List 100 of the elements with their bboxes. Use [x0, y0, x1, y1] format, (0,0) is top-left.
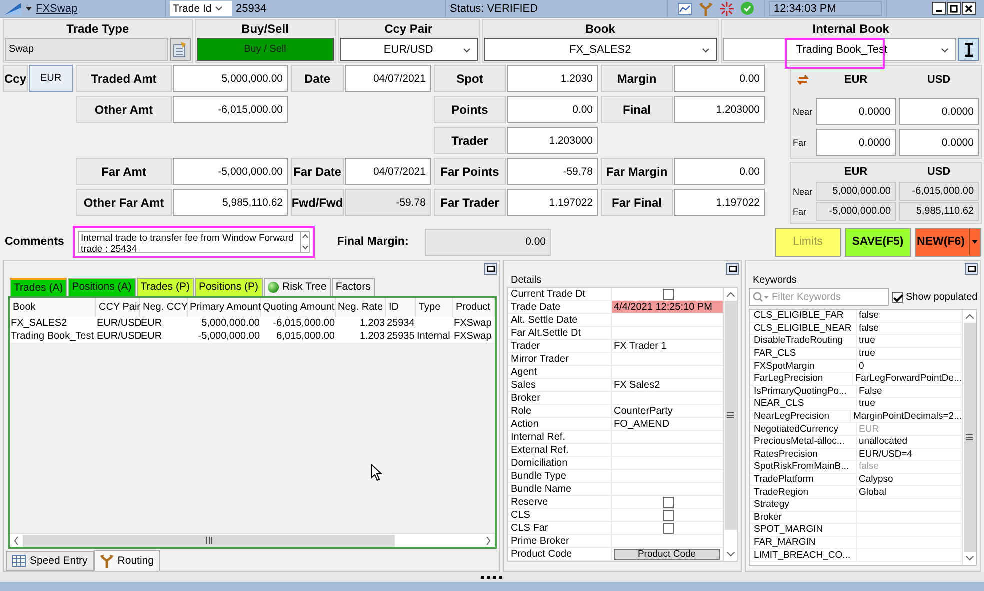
tab[interactable]: Risk Tree — [264, 278, 331, 296]
tab[interactable]: Speed Entry — [6, 551, 94, 571]
field-label: Far Date — [291, 158, 344, 185]
scrollbar[interactable] — [300, 231, 310, 253]
property-label: CLS Far — [508, 522, 612, 534]
status-ball-icon — [268, 282, 278, 293]
input-field[interactable]: 04/07/2021 — [345, 65, 431, 92]
input-field[interactable]: 0.0000 — [899, 98, 979, 125]
maximize-button[interactable] — [484, 263, 497, 275]
column-header: EUR — [843, 165, 869, 180]
checkbox[interactable] — [663, 288, 674, 300]
id-type-select[interactable]: Trade Id — [170, 1, 232, 16]
input-field[interactable]: -5,000,000.00 — [173, 158, 288, 185]
checkbox[interactable] — [663, 510, 674, 520]
keyword-value: false — [859, 310, 880, 322]
keyword-value: false — [859, 322, 880, 334]
input-field[interactable]: 0.00 — [507, 96, 598, 123]
field-label: Points — [434, 96, 506, 123]
input-field[interactable]: 5,985,110.62 — [173, 189, 288, 216]
trade-type-button[interactable] — [170, 38, 191, 61]
property-label: External Ref. — [508, 444, 612, 456]
maximize-button[interactable] — [947, 2, 961, 15]
table-cell-text: EUR — [141, 330, 164, 343]
close-button[interactable] — [962, 2, 976, 15]
input-field[interactable]: 1.197022 — [674, 189, 765, 216]
field-label: Comments — [4, 235, 66, 250]
trade-type-link[interactable]: FXSwap — [36, 2, 78, 14]
field-label: Trader — [434, 127, 506, 154]
property-label: Mirror Trader — [508, 353, 612, 365]
tab[interactable]: Factors — [332, 278, 375, 296]
table-cell-text: FX_SALES2 — [10, 316, 68, 330]
property-label: Bundle Type — [508, 470, 612, 482]
check-circle-icon[interactable] — [741, 2, 754, 15]
maximize-button[interactable] — [726, 263, 739, 275]
field-label: Spot — [434, 65, 506, 92]
currency-button[interactable]: EUR — [29, 65, 73, 92]
column-header: USD — [926, 73, 952, 88]
table-cell-text: 6,015,000.00 — [276, 330, 336, 343]
text-cursor-button[interactable] — [958, 38, 979, 61]
filter-field[interactable]: Filter Keywords — [749, 288, 889, 306]
status-text: Status: VERIFIED — [450, 2, 538, 14]
buy-sell-button[interactable]: Buy / Sell — [196, 38, 334, 61]
keyword-name: TradePlatform — [750, 474, 857, 486]
trade-type-field[interactable]: Swap — [5, 38, 168, 61]
keyword-value: unallocated — [859, 436, 908, 448]
caret-down-icon[interactable] — [968, 229, 979, 255]
action-button[interactable]: NEW(F6) — [915, 228, 981, 256]
input-field[interactable]: 1.203000 — [674, 96, 765, 123]
keyword-name: DisableTradeRouting — [750, 335, 857, 347]
checkbox[interactable] — [663, 522, 674, 534]
input-field[interactable]: 0.00 — [674, 158, 765, 185]
tab[interactable]: Positions (P) — [194, 278, 262, 296]
input-field[interactable]: 0.0000 — [816, 98, 896, 125]
input-field[interactable]: -6,015,000.00 — [173, 96, 288, 123]
swap-icon[interactable] — [797, 74, 809, 86]
field-label: Far Final — [601, 189, 673, 216]
input-field[interactable]: 0.0000 — [899, 129, 979, 156]
property-label: Agent — [508, 366, 612, 378]
input-field[interactable]: 0.00 — [674, 65, 765, 92]
tab[interactable]: Trades (A) — [10, 278, 68, 296]
input-field[interactable]: 1.203000 — [507, 127, 598, 154]
chevron-down-icon — [302, 246, 308, 250]
burst-icon[interactable] — [720, 2, 734, 16]
input-field[interactable]: 04/07/2021 — [345, 158, 431, 185]
keyword-value: true — [859, 335, 876, 346]
input-field[interactable]: -59.78 — [507, 158, 598, 185]
caret-down-icon[interactable] — [26, 6, 32, 10]
minimize-button[interactable] — [932, 2, 946, 15]
close-icon — [965, 4, 973, 12]
table-cell: EUR/USD — [96, 316, 140, 330]
chevron-down-icon — [702, 48, 710, 53]
action-button[interactable]: SAVE(F5) — [845, 228, 911, 256]
routing-icon — [100, 554, 114, 568]
table-cell-text: 5,000,000.00 — [200, 316, 261, 330]
product-code-button[interactable]: Product Code — [614, 548, 720, 560]
section-title: Keywords — [752, 275, 798, 287]
column-header: USD — [926, 165, 952, 180]
tab[interactable]: Trades (P) — [136, 278, 194, 296]
chart-icon[interactable] — [678, 2, 692, 14]
readonly-field: -5,000,000.00 — [816, 202, 896, 221]
table-cell-text: -6,015,000.00 — [272, 316, 336, 330]
ccy-pair-select[interactable]: EUR/USD — [340, 38, 478, 61]
input-field[interactable]: 1.2030 — [507, 65, 598, 92]
comment-field[interactable]: Internal trade to transfer fee from Window Forward trade : 25434 — [73, 226, 315, 258]
keyword-value: Calypso — [859, 474, 894, 486]
checkbox[interactable] — [892, 292, 903, 302]
table-cell-text: 1.203 — [358, 330, 386, 343]
input-field[interactable]: 0.0000 — [816, 129, 896, 156]
panel-label: Internal Book — [812, 21, 890, 38]
grip-icon[interactable] — [481, 576, 503, 578]
input-field[interactable]: 5,000,000.00 — [173, 65, 288, 92]
input-field[interactable]: 1.197022 — [507, 189, 598, 216]
checkbox[interactable] — [663, 496, 674, 508]
table-cell-text: Internal — [416, 330, 452, 343]
tab[interactable]: Positions (A) — [68, 278, 136, 296]
readonly-field: -6,015,000.00 — [899, 182, 979, 201]
book-select[interactable]: FX_SALES2 — [484, 38, 718, 61]
tab[interactable]: Routing — [94, 550, 160, 571]
keyword-value: true — [859, 348, 876, 360]
maximize-button[interactable] — [965, 263, 978, 275]
